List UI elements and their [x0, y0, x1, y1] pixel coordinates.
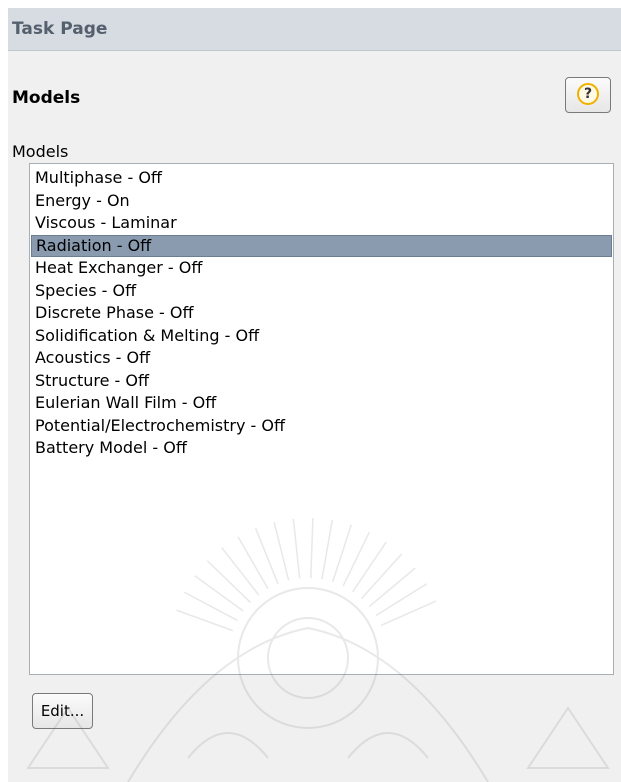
list-item[interactable]: Eulerian Wall Film - Off [31, 392, 612, 414]
list-item[interactable]: Viscous - Laminar [31, 212, 612, 234]
section-title: Models [12, 88, 81, 108]
list-item[interactable]: Heat Exchanger - Off [31, 257, 612, 279]
task-page-header: Task Page ◂ [8, 8, 621, 51]
list-item[interactable]: Potential/Electrochemistry - Off [31, 415, 612, 437]
list-item[interactable]: Multiphase - Off [31, 167, 612, 189]
task-page-title: Task Page [12, 19, 108, 39]
list-item[interactable]: Species - Off [31, 280, 612, 302]
help-icon: ? [577, 83, 599, 105]
help-button[interactable]: ? [565, 77, 611, 113]
edit-button[interactable]: Edit... [32, 693, 93, 729]
list-item[interactable]: Battery Model - Off [31, 437, 612, 459]
list-item[interactable]: Radiation - Off [31, 234, 612, 257]
models-group-label: Models [12, 142, 69, 161]
task-page-panel: Task Page ◂ Models ? Models Multiphase -… [8, 8, 621, 782]
models-listbox[interactable]: Multiphase - Off Energy - On Viscous - Lam… [29, 163, 614, 675]
list-item[interactable]: Solidification & Melting - Off [31, 325, 612, 347]
list-item[interactable]: Energy - On [31, 190, 612, 212]
list-item[interactable]: Discrete Phase - Off [31, 302, 612, 324]
list-item[interactable]: Structure - Off [31, 370, 612, 392]
window-edge [0, 0, 8, 782]
list-item[interactable]: Acoustics - Off [31, 347, 612, 369]
